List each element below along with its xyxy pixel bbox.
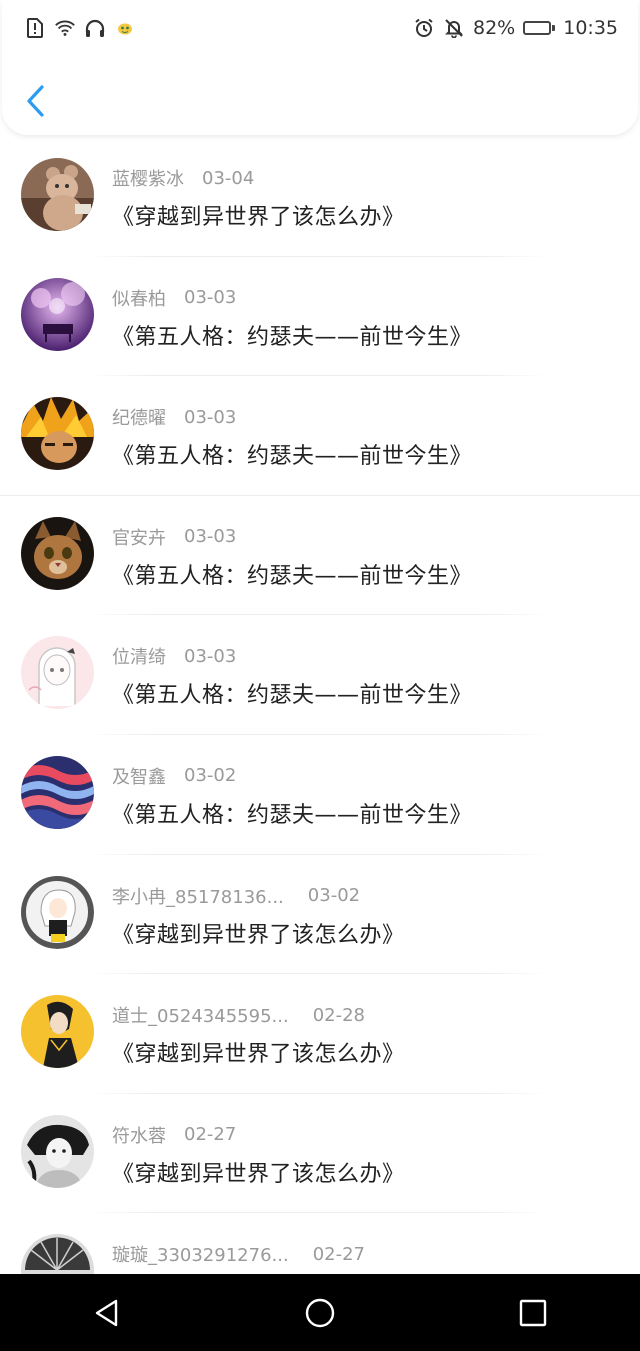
notifications-muted-icon	[443, 17, 465, 39]
ink-figure-avatar	[21, 995, 94, 1069]
avatar[interactable]	[21, 875, 94, 949]
status-icons-left	[24, 17, 136, 39]
item-date: 02-28	[312, 1004, 365, 1026]
list-item[interactable]: 位清绮 03-03 《第五人格：约瑟夫——前世今生》	[0, 615, 640, 735]
item-meta: 及智鑫 03-02	[112, 763, 236, 789]
circle-home-icon	[305, 1298, 335, 1327]
clock: 10:35	[563, 17, 618, 39]
avatar[interactable]	[21, 158, 94, 231]
item-date: 02-27	[184, 1124, 237, 1146]
avatar[interactable]	[21, 1234, 94, 1274]
list-item[interactable]: 似春柏 03-03 《第五人格：约瑟夫——前世今生》	[0, 257, 640, 377]
list-item[interactable]: 蓝樱紫冰 03-04 《穿越到异世界了该怎么办》	[0, 137, 640, 257]
book-title[interactable]: 《穿越到异世界了该怎么办》	[112, 199, 405, 231]
list-item[interactable]: 官安卉 03-03 《第五人格：约瑟夫——前世今生》	[0, 496, 640, 616]
user-name[interactable]: 道士_0524345595...	[112, 1002, 289, 1028]
item-meta: 道士_0524345595... 02-28	[112, 1002, 365, 1028]
item-date: 03-04	[202, 167, 255, 189]
app-notification-icon	[114, 17, 136, 39]
item-date: 02-27	[312, 1243, 365, 1265]
avatar[interactable]	[21, 995, 94, 1069]
user-name[interactable]: 似春柏	[112, 285, 166, 311]
list-item[interactable]: 符水蓉 02-27 《穿越到异世界了该怎么办》	[0, 1094, 640, 1214]
item-meta: 符水蓉 02-27	[112, 1122, 236, 1148]
item-date: 03-02	[184, 765, 237, 787]
alarm-icon	[413, 17, 435, 39]
list-item[interactable]: 及智鑫 03-02 《第五人格：约瑟夫——前世今生》	[0, 735, 640, 855]
item-meta: 似春柏 03-03	[112, 285, 236, 311]
item-meta: 蓝樱紫冰 03-04	[112, 165, 254, 191]
book-title[interactable]: 《穿越到异世界了该怎么办》	[112, 917, 405, 949]
bw-portrait-avatar	[21, 1114, 94, 1188]
user-name[interactable]: 及智鑫	[112, 763, 166, 789]
item-date: 03-03	[184, 406, 237, 428]
avatar[interactable]	[21, 636, 94, 710]
avatar[interactable]	[21, 1114, 94, 1188]
teddy-bear-avatar	[21, 158, 94, 231]
user-name[interactable]: 符水蓉	[112, 1122, 166, 1148]
nav-recents-button[interactable]	[498, 1283, 568, 1343]
battery-percent: 82%	[473, 17, 516, 39]
system-nav-bar	[0, 1274, 640, 1351]
kitten-avatar	[21, 516, 94, 590]
triangle-back-icon	[95, 1299, 117, 1326]
anime-girl-sketch-avatar	[21, 636, 94, 710]
headphones-icon	[84, 17, 106, 39]
item-meta: 李小冉_85178136... 03-02	[112, 883, 360, 909]
anime-white-hair-avatar	[21, 875, 94, 949]
battery-icon	[523, 21, 556, 35]
item-meta: 位清绮 03-03	[112, 643, 236, 669]
anime-blond-avatar	[21, 397, 94, 471]
avatar[interactable]	[21, 755, 94, 829]
item-meta: 纪德曜 03-03	[112, 404, 236, 430]
wifi-icon	[54, 17, 76, 39]
item-date: 03-03	[184, 287, 237, 309]
item-date: 03-02	[307, 885, 361, 907]
nav-back-button[interactable]	[72, 1283, 142, 1343]
avatar[interactable]	[21, 516, 94, 590]
battery-body	[523, 21, 552, 35]
list-item[interactable]: 李小冉_85178136... 03-02 《穿越到异世界了该怎么办》	[0, 855, 640, 975]
list-item[interactable]: 道士_0524345595... 02-28 《穿越到异世界了该怎么办》	[0, 974, 640, 1094]
user-name[interactable]: 位清绮	[112, 643, 166, 669]
wave-pattern-avatar	[21, 755, 94, 829]
book-title[interactable]: 《第五人格：约瑟夫——前世今生》	[112, 558, 472, 590]
chevron-left-icon	[27, 85, 44, 117]
status-icons-right: 82% 10:35	[413, 17, 618, 39]
avatar[interactable]	[21, 397, 94, 471]
item-date: 03-03	[184, 526, 237, 548]
item-meta: 璇璇_3303291276... 02-27	[112, 1241, 365, 1267]
book-title[interactable]: 《第五人格：约瑟夫——前世今生》	[112, 319, 472, 351]
user-name[interactable]: 官安卉	[112, 524, 166, 550]
user-name[interactable]: 李小冉_85178136...	[112, 883, 284, 909]
item-meta: 官安卉 03-03	[112, 524, 236, 550]
book-title[interactable]: 《穿越到异世界了该怎么办》	[112, 1156, 405, 1188]
nav-home-button[interactable]	[285, 1283, 355, 1343]
list-item[interactable]: 纪德曜 03-03 《第五人格：约瑟夫——前世今生》	[0, 376, 640, 496]
sim-alert-icon	[24, 17, 46, 39]
user-name[interactable]: 纪德曜	[112, 404, 166, 430]
battery-cap	[552, 25, 556, 31]
list-item[interactable]: 璇璇_3303291276... 02-27	[0, 1213, 640, 1274]
item-date: 03-03	[184, 645, 237, 667]
back-button[interactable]	[20, 82, 52, 120]
bw-fan-avatar	[21, 1234, 94, 1274]
book-title[interactable]: 《第五人格：约瑟夫——前世今生》	[112, 677, 472, 709]
user-name[interactable]: 蓝樱紫冰	[112, 165, 184, 191]
avatar[interactable]	[21, 277, 94, 351]
status-bar: 82% 10:35	[0, 0, 640, 56]
square-recents-icon	[520, 1299, 547, 1326]
book-title[interactable]: 《第五人格：约瑟夫——前世今生》	[112, 438, 472, 470]
book-title[interactable]: 《第五人格：约瑟夫——前世今生》	[112, 797, 472, 829]
user-name[interactable]: 璇璇_3303291276...	[112, 1241, 289, 1267]
reader-list: 蓝樱紫冰 03-04 《穿越到异世界了该怎么办》 似春柏 03-03 《第五人格…	[0, 137, 640, 1274]
book-title[interactable]: 《穿越到异世界了该怎么办》	[112, 1036, 405, 1068]
purple-piano-avatar	[21, 277, 94, 351]
